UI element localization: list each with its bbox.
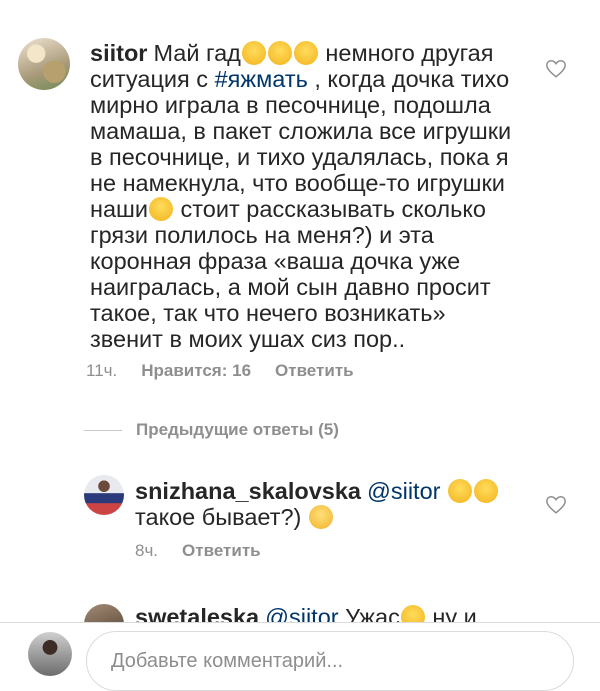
comment-time: 8ч. (135, 541, 159, 560)
comment-meta: 8ч. Ответить (135, 541, 261, 561)
comment-snizhana: snizhana_skalovska @siitor такое бывает?) (135, 478, 525, 530)
mention-link[interactable]: @siitor (367, 478, 440, 504)
crying-face-emoji-icon (241, 41, 266, 65)
comment-input[interactable]: Добавьте комментарий... (86, 631, 574, 691)
avatar-siitor[interactable] (18, 38, 70, 90)
comment-username[interactable]: snizhana_skalovska (135, 478, 361, 504)
divider-line (84, 429, 122, 431)
hashtag-link[interactable]: #яжмать (215, 66, 308, 92)
comment-text-part: такое бывает?) (135, 504, 302, 530)
comment-text-part: Май гад (153, 40, 241, 66)
avatar-snizhana[interactable] (84, 475, 124, 515)
comment-input-placeholder: Добавьте комментарий... (111, 650, 344, 672)
crying-face-emoji-icon (149, 197, 174, 221)
reply-button[interactable]: Ответить (275, 361, 354, 381)
likes-count[interactable]: Нравится: 16 (141, 361, 251, 381)
comment-siitor: siitor Май гад немного другая ситуация с … (90, 40, 525, 352)
comment-time: 11ч. (86, 361, 118, 380)
crying-face-emoji-icon (267, 41, 292, 65)
comment-meta: 11ч. Нравится: 16 Ответить (86, 361, 354, 381)
reply-button[interactable]: Ответить (182, 541, 261, 561)
heart-outline-icon[interactable] (545, 58, 567, 80)
replies-toggle-label: Предыдущие ответы (5) (136, 420, 339, 439)
relieved-face-emoji-icon (448, 479, 473, 503)
crying-face-emoji-icon (293, 41, 318, 65)
comment-username[interactable]: siitor (90, 40, 147, 66)
comment-text-part: стоит рассказывать сколько грязи полилос… (90, 196, 491, 352)
view-previous-replies[interactable]: Предыдущие ответы (5) (84, 420, 339, 440)
hushed-face-emoji-icon (474, 479, 499, 503)
heart-outline-icon[interactable] (545, 494, 567, 516)
disappointed-face-emoji-icon (308, 505, 333, 529)
current-user-avatar (28, 632, 72, 676)
